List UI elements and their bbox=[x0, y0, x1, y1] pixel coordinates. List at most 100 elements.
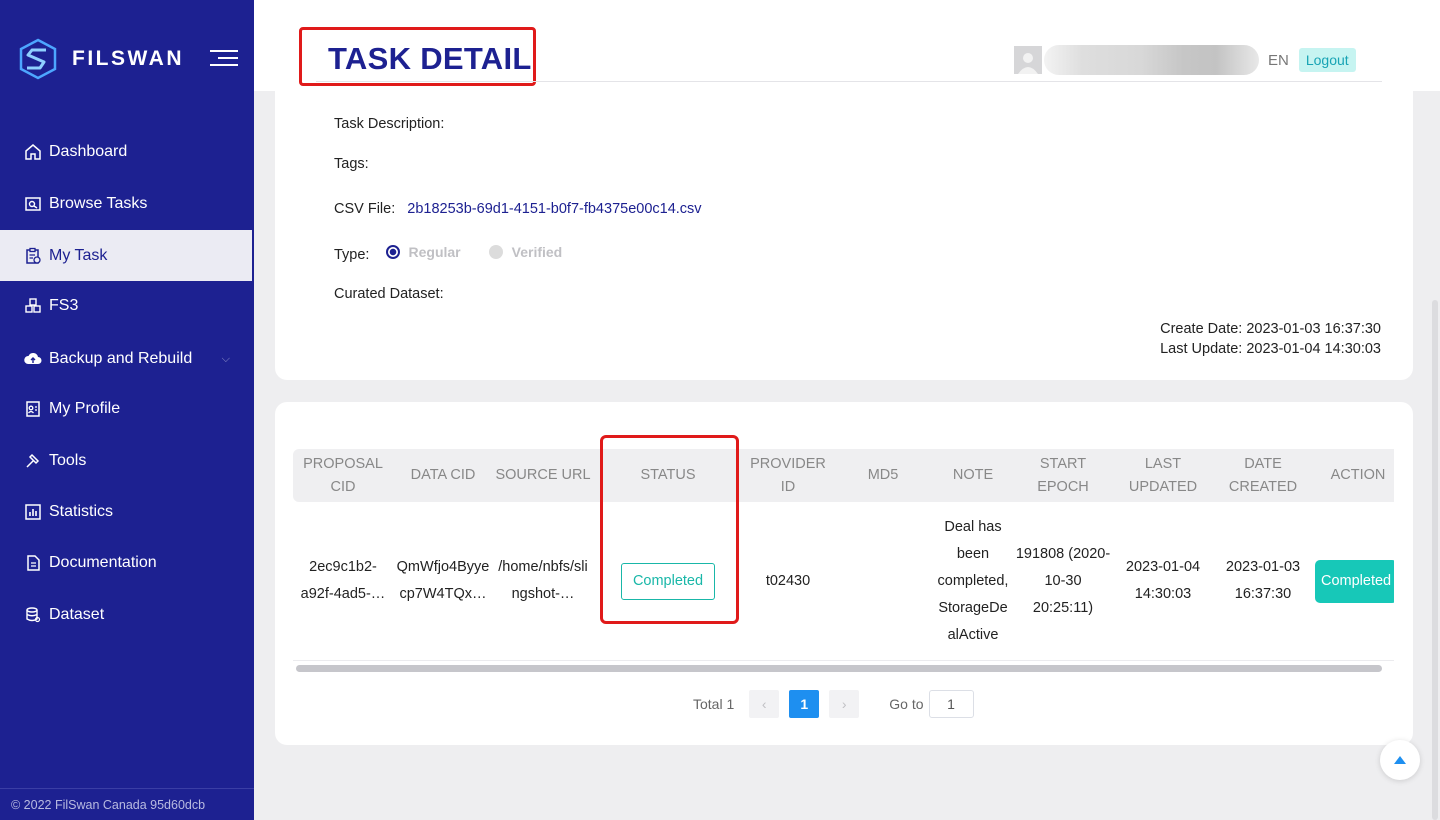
cloud-upload-icon bbox=[24, 350, 42, 368]
cell-data-cid[interactable]: QmWfjo4Byye cp7W4TQx… bbox=[393, 502, 493, 660]
cell-action: Completed bbox=[1315, 502, 1394, 660]
cell-provider-id: t02430 bbox=[765, 572, 811, 589]
prev-page-button[interactable]: ‹ bbox=[749, 690, 780, 718]
sidebar: FILSWAN Dashboard Browse Tasks My Task F… bbox=[0, 0, 254, 820]
task-description-field: Task Description: bbox=[334, 116, 444, 132]
task-detail-card: Task Description: Tags: CSV File: 2b1825… bbox=[275, 91, 1413, 380]
action-completed-button[interactable]: Completed bbox=[1315, 559, 1394, 603]
sidebar-footer: © 2022 FilSwan Canada 95d60dcb bbox=[0, 788, 254, 820]
filswan-logo-icon bbox=[19, 38, 57, 80]
pagination-total: Total 1 bbox=[693, 696, 735, 712]
sidebar-item-statistics[interactable]: Statistics bbox=[0, 487, 252, 537]
page-vertical-scrollbar[interactable] bbox=[1432, 300, 1438, 820]
divider bbox=[316, 81, 1382, 82]
avatar[interactable] bbox=[1014, 46, 1042, 74]
cell-status: Completed bbox=[593, 502, 743, 660]
column-header: LAST UPDATED bbox=[1128, 455, 1198, 495]
highlight-box: TASK DETAIL bbox=[299, 27, 536, 86]
top-header: TASK DETAIL EN Logout bbox=[254, 0, 1440, 91]
radio-label: Regular bbox=[408, 244, 461, 260]
sidebar-item-label: Backup and Rebuild bbox=[49, 350, 193, 367]
sidebar-item-tools[interactable]: Tools bbox=[0, 436, 252, 486]
cell-proposal-cid[interactable]: 2ec9c1b2-a92f-4ad5-… bbox=[300, 502, 386, 660]
tags-field: Tags: bbox=[334, 156, 369, 172]
sidebar-item-label: Browse Tasks bbox=[49, 195, 148, 212]
csv-file-label: CSV File: bbox=[334, 201, 396, 217]
sidebar-item-label: My Profile bbox=[49, 400, 121, 417]
create-date: Create Date: 2023-01-03 16:37:30 bbox=[1160, 321, 1381, 337]
sidebar-item-label: Statistics bbox=[49, 503, 114, 520]
hammer-icon bbox=[24, 452, 42, 470]
next-page-button[interactable]: › bbox=[829, 690, 860, 718]
csv-file-field: CSV File: 2b18253b-69d1-4151-b0f7-fb4375… bbox=[334, 201, 702, 217]
curated-dataset-label: Curated Dataset: bbox=[334, 286, 444, 302]
radio-unselected-icon bbox=[488, 245, 503, 259]
sidebar-item-my-profile[interactable]: My Profile bbox=[0, 384, 252, 434]
column-header: MD5 bbox=[867, 467, 899, 483]
sidebar-item-fs3[interactable]: FS3 bbox=[0, 281, 252, 331]
cell-source-url[interactable]: /home/nbfs/sli ngshot-… bbox=[495, 502, 591, 660]
user-icon bbox=[1018, 53, 1038, 74]
page-number-current[interactable]: 1 bbox=[789, 690, 820, 718]
tags-label: Tags: bbox=[334, 156, 369, 172]
column-header: NOTE bbox=[952, 467, 994, 483]
home-icon bbox=[24, 143, 42, 161]
back-to-top-button[interactable] bbox=[1380, 740, 1420, 780]
user-name-blurred bbox=[1044, 45, 1259, 75]
bar-chart-icon bbox=[24, 503, 42, 521]
profile-card-icon bbox=[24, 400, 42, 418]
chevron-down-icon[interactable]: ⌵ bbox=[222, 353, 230, 366]
caret-up-icon bbox=[1394, 756, 1406, 764]
sidebar-item-dataset[interactable]: Dataset bbox=[0, 590, 252, 640]
task-dates: Create Date: 2023-01-03 16:37:30 Last Up… bbox=[1160, 319, 1381, 359]
sidebar-item-dashboard[interactable]: Dashboard bbox=[0, 127, 252, 177]
divider bbox=[293, 660, 1394, 661]
sidebar-item-my-task[interactable]: My Task bbox=[0, 230, 252, 281]
csv-file-link[interactable]: 2b18253b-69d1-4151-b0f7-fb4375e00c14.csv bbox=[407, 201, 701, 217]
sidebar-item-label: Dataset bbox=[49, 606, 105, 623]
column-header: STATUS bbox=[640, 467, 696, 483]
sidebar-item-label: FS3 bbox=[49, 297, 79, 314]
sidebar-item-documentation[interactable]: Documentation bbox=[0, 538, 252, 588]
column-header: START EPOCH bbox=[1037, 455, 1089, 495]
menu-toggle-icon[interactable] bbox=[210, 50, 238, 68]
search-list-icon bbox=[24, 195, 42, 213]
user-area: EN Logout bbox=[1014, 45, 1356, 75]
logo[interactable]: FILSWAN bbox=[18, 38, 184, 80]
sidebar-item-backup-and-rebuild[interactable]: Backup and Rebuild ⌵ bbox=[0, 334, 252, 384]
cell-start-epoch: 191808 (2020-10-30 20:25:11) bbox=[1015, 545, 1111, 616]
radio-selected-icon bbox=[385, 245, 400, 259]
sidebar-item-browse-tasks[interactable]: Browse Tasks bbox=[0, 179, 252, 229]
language-switch[interactable]: EN bbox=[1268, 52, 1289, 69]
cubes-icon bbox=[24, 297, 42, 315]
cell-note: Deal has been completed, StorageDe alAct… bbox=[937, 518, 1009, 643]
document-icon bbox=[24, 554, 42, 572]
type-field: Type: Regular Verified bbox=[334, 244, 562, 263]
type-radio-regular[interactable]: Regular bbox=[385, 244, 461, 260]
pagination: Total 1 ‹ 1 › Go to bbox=[693, 690, 974, 718]
sidebar-item-label: Documentation bbox=[49, 554, 157, 571]
goto-page-input[interactable] bbox=[928, 690, 974, 718]
column-header: DATE CREATED bbox=[1228, 455, 1298, 495]
deals-table-card: PROPOSAL CID DATA CID SOURCE URL STATUS … bbox=[275, 402, 1413, 745]
column-header: DATA CID bbox=[410, 467, 476, 483]
curated-dataset-field: Curated Dataset: bbox=[334, 286, 444, 302]
goto-label: Go to bbox=[889, 696, 924, 712]
sidebar-item-label: My Task bbox=[49, 246, 108, 264]
logout-button[interactable]: Logout bbox=[1298, 48, 1356, 72]
table-header: PROPOSAL CID DATA CID SOURCE URL STATUS … bbox=[293, 449, 1394, 502]
last-update: Last Update: 2023-01-04 14:30:03 bbox=[1160, 341, 1381, 357]
column-header: SOURCE URL bbox=[495, 467, 591, 483]
column-header: PROVIDER ID bbox=[750, 455, 826, 495]
status-badge: Completed bbox=[620, 562, 716, 600]
task-description-label: Task Description: bbox=[334, 116, 445, 132]
table-horizontal-scrollbar[interactable] bbox=[296, 665, 1382, 672]
type-radio-verified[interactable]: Verified bbox=[488, 244, 562, 260]
database-icon bbox=[24, 606, 42, 624]
cell-date-created: 2023-01-03 16:37:30 bbox=[1225, 559, 1301, 602]
type-label: Type: bbox=[334, 247, 370, 263]
cell-md5 bbox=[833, 502, 933, 660]
page-title: TASK DETAIL bbox=[328, 41, 532, 76]
column-header: ACTION bbox=[1330, 467, 1386, 483]
brand-name: FILSWAN bbox=[72, 47, 184, 70]
